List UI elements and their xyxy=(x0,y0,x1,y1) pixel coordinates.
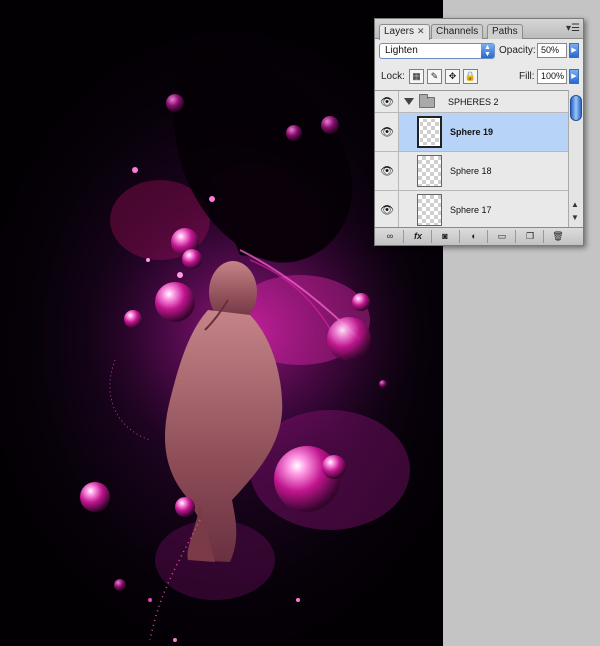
visibility-toggle[interactable]: 👁 xyxy=(375,152,399,190)
folder-icon xyxy=(419,94,435,108)
eye-icon: 👁 xyxy=(380,204,394,217)
eye-icon: 👁 xyxy=(380,96,394,108)
layers-palette[interactable]: Layers ✕ Channels Paths ▾☰ Lighten ▲ ▼ Opa… xyxy=(374,18,584,246)
lock-position-icon[interactable]: ✥ xyxy=(445,69,460,84)
palette-tab-bar: Layers ✕ Channels Paths ▾☰ xyxy=(375,19,583,40)
layer-thumbnail xyxy=(417,194,442,226)
visibility-toggle[interactable]: 👁 xyxy=(375,191,399,227)
opacity-slider-arrow-icon[interactable]: ▶ xyxy=(569,43,579,58)
lock-label: Lock: xyxy=(381,71,405,82)
layer-row-selected[interactable]: 👁 Sphere 19 xyxy=(375,113,568,152)
layer-name: SPHERES 2 xyxy=(448,97,499,107)
opacity-field[interactable]: 50% xyxy=(537,43,567,58)
layer-name: Sphere 17 xyxy=(450,205,492,215)
tab-paths[interactable]: Paths xyxy=(487,24,523,39)
lock-transparent-pixels-icon[interactable]: ▦ xyxy=(409,69,424,84)
toolbar-divider xyxy=(403,230,404,243)
fx-icon[interactable]: fx xyxy=(411,230,425,243)
link-layers-icon[interactable]: ∞ xyxy=(383,230,397,243)
eye-icon: 👁 xyxy=(380,126,394,139)
toolbar-divider xyxy=(487,230,488,243)
delete-layer-icon[interactable]: 🗑 xyxy=(551,230,565,243)
layer-name: Sphere 18 xyxy=(450,166,492,176)
visibility-toggle[interactable]: 👁 xyxy=(375,91,399,112)
tab-channels-label: Channels xyxy=(436,26,479,37)
scroll-down-icon[interactable]: ▼ xyxy=(571,213,579,222)
adjustment-layer-icon[interactable]: ◐ xyxy=(467,230,481,243)
layer-list-scrollbar[interactable]: ▲ ▼ xyxy=(568,90,583,227)
fill-slider-arrow-icon[interactable]: ▶ xyxy=(569,69,579,84)
scrollbar-thumb[interactable] xyxy=(570,95,582,121)
layer-name: Sphere 19 xyxy=(450,127,494,137)
eye-icon: 👁 xyxy=(380,165,394,178)
toolbar-divider xyxy=(515,230,516,243)
blend-mode-dropdown-icon: ▲ ▼ xyxy=(481,44,494,58)
close-icon[interactable]: ✕ xyxy=(417,26,425,36)
visibility-toggle[interactable]: 👁 xyxy=(375,113,399,151)
tab-layers[interactable]: Layers ✕ xyxy=(379,24,430,40)
scroll-up-icon[interactable]: ▲ xyxy=(571,200,579,209)
layer-row[interactable]: 👁 Sphere 17 xyxy=(375,191,568,227)
new-group-icon[interactable]: ▭ xyxy=(495,230,509,243)
blend-mode-value: Lighten xyxy=(385,45,418,56)
fill-label: Fill: xyxy=(519,71,535,82)
fill-field[interactable]: 100% xyxy=(537,69,567,84)
tab-layers-label: Layers xyxy=(384,26,415,37)
layer-list[interactable]: 👁 SPHERES 2 👁 Sphere 19 👁 Sphere 18 👁 Sp… xyxy=(375,90,568,227)
opacity-label: Opacity: xyxy=(499,45,536,56)
lock-image-pixels-icon[interactable]: ✎ xyxy=(427,69,442,84)
toolbar-divider xyxy=(431,230,432,243)
tab-channels[interactable]: Channels xyxy=(431,24,484,39)
tab-paths-label: Paths xyxy=(492,26,518,37)
toolbar-divider xyxy=(543,230,544,243)
lock-all-icon[interactable]: 🔒 xyxy=(463,69,478,84)
new-layer-icon[interactable]: ❐ xyxy=(523,230,537,243)
layer-row[interactable]: 👁 Sphere 18 xyxy=(375,152,568,191)
disclosure-triangle-icon[interactable] xyxy=(404,98,414,105)
toolbar-divider xyxy=(459,230,460,243)
layer-thumbnail xyxy=(417,116,442,148)
layer-thumbnail xyxy=(417,155,442,187)
palette-menu-icon[interactable]: ▾☰ xyxy=(566,24,580,34)
layer-row-group[interactable]: 👁 SPHERES 2 xyxy=(375,91,568,113)
blend-mode-select[interactable]: Lighten ▲ ▼ xyxy=(379,43,495,59)
add-mask-icon[interactable]: ◙ xyxy=(438,230,452,243)
layers-bottom-toolbar: ∞ fx ◙ ◐ ▭ ❐ 🗑 xyxy=(375,227,583,245)
